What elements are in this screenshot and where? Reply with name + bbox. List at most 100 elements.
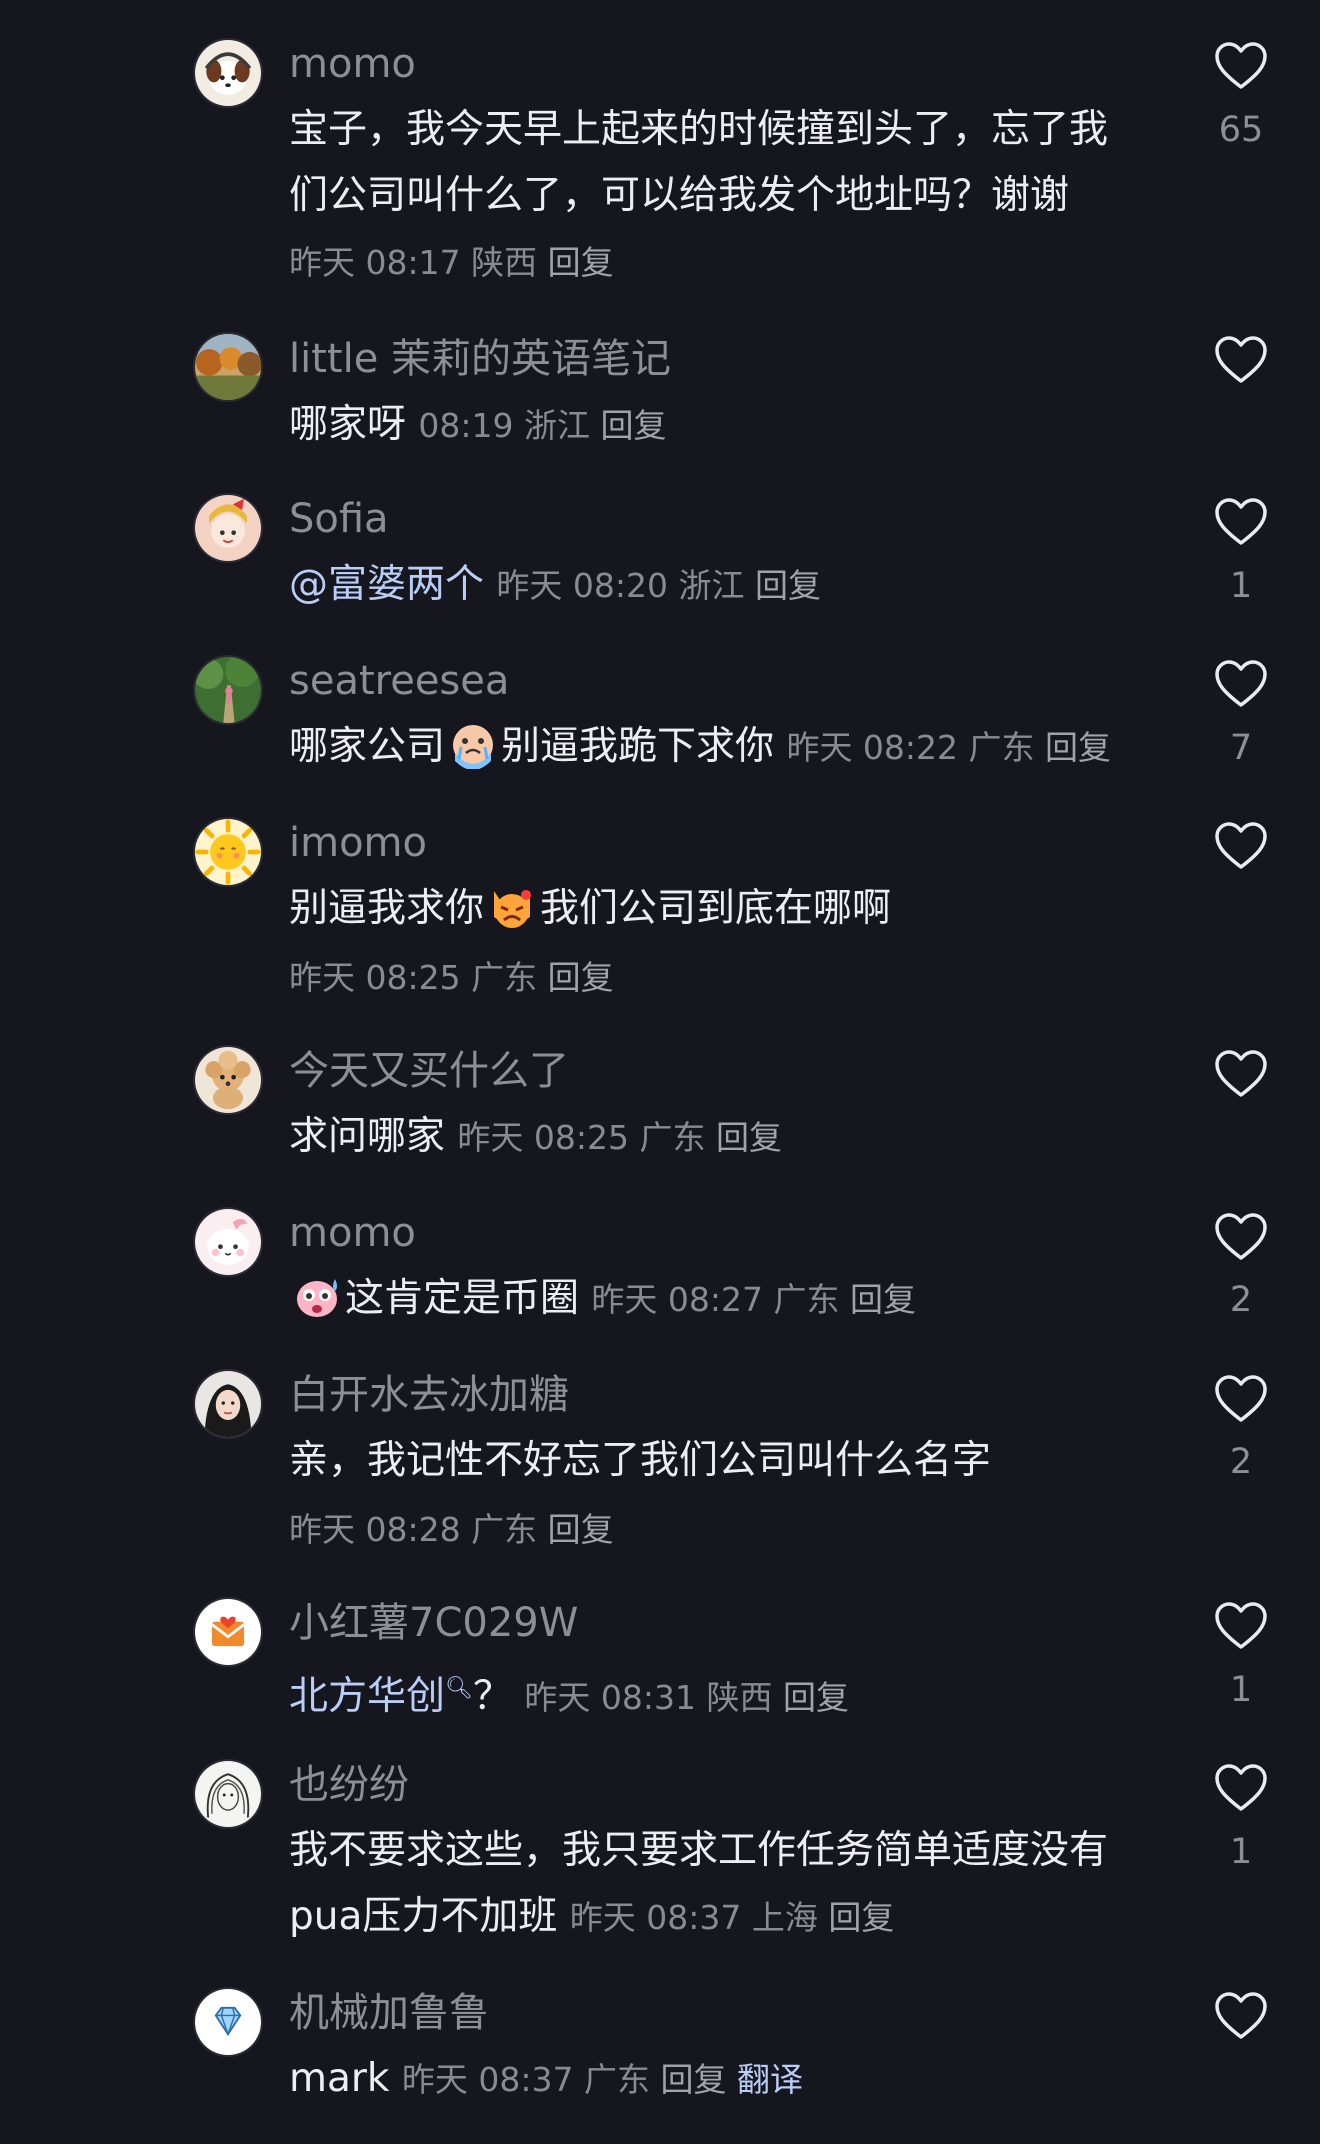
comment-text: 求问哪家: [289, 1114, 446, 1159]
comment-location: 广东: [968, 728, 1035, 767]
pink-blob-avatar[interactable]: [193, 1207, 263, 1277]
diamond-avatar[interactable]: [193, 1987, 263, 2057]
user-mention-link[interactable]: @富婆两个: [289, 562, 484, 607]
comment-username[interactable]: 今天又买什么了: [289, 1047, 569, 1095]
comment-username[interactable]: 也纷纷: [289, 1761, 409, 1809]
comment-text: 哪家呀: [289, 402, 407, 447]
comment-body: 我不要求这些，我只要求工作任务简单适度没有pua压力不加班 昨天 08:37 上…: [289, 1818, 1145, 1951]
reply-button[interactable]: 回复: [661, 2060, 727, 2099]
like-heart-icon[interactable]: [1214, 497, 1268, 547]
like-count: 7: [1229, 728, 1253, 768]
like-heart-icon[interactable]: [1214, 335, 1268, 385]
comment-body: 哪家呀 08:19 浙江 回复: [289, 392, 1145, 459]
comment-username[interactable]: little 茉莉的英语笔记: [289, 335, 671, 383]
comment-username[interactable]: momo: [289, 40, 416, 88]
comment-username[interactable]: imomo: [289, 819, 427, 867]
comment-meta: 昨天 08:25 广东 回复: [289, 954, 614, 1002]
comment-body: 哪家公司 别逼我跪下求你 昨天 08:22 广东 回复: [289, 714, 1145, 781]
sun-avatar[interactable]: [193, 817, 263, 887]
like-count: 1: [1229, 1670, 1253, 1710]
reply-button[interactable]: 回复: [1045, 728, 1111, 767]
comment-time: 昨天 08:25: [457, 1118, 630, 1157]
cartoon-girl-avatar[interactable]: [193, 493, 263, 563]
comment-body: 亲，我记性不好忘了我们公司叫什么名字: [289, 1428, 1145, 1494]
comment-time: 08:19: [418, 406, 514, 445]
like-count: 2: [1229, 1280, 1253, 1320]
comment-body: 宝子，我今天早上起来的时候撞到头了，忘了我们公司叫什么了，可以给我发个地址吗？谢…: [289, 97, 1145, 296]
envelope-heart-avatar[interactable]: [193, 1597, 263, 1667]
sweating-emoji-icon: [291, 1269, 343, 1321]
reply-button[interactable]: 回复: [548, 958, 614, 997]
woman-portrait-avatar[interactable]: [193, 1369, 263, 1439]
forest-path-avatar[interactable]: [193, 655, 263, 725]
comment-time: 昨天 08:22: [786, 728, 959, 767]
comment-meta: 昨天 08:37 广东 回复 翻译: [402, 2060, 803, 2099]
comment-username[interactable]: momo: [289, 1209, 416, 1257]
poodle-avatar[interactable]: [193, 1045, 263, 1115]
like-heart-icon[interactable]: [1214, 41, 1268, 91]
comment-text: ？: [472, 1674, 512, 1719]
like-heart-icon[interactable]: [1214, 821, 1268, 871]
comment-time: 昨天 08:31: [524, 1678, 696, 1717]
comment-meta: 昨天 08:37 上海 回复: [570, 1898, 895, 1937]
comment-location: 陕西: [471, 243, 538, 282]
translate-button[interactable]: 翻译: [737, 2060, 803, 2099]
comment-location: 浙江: [524, 406, 591, 445]
comment-username[interactable]: 机械加鲁鲁: [289, 1989, 489, 2037]
comment-location: 浙江: [678, 566, 745, 605]
reply-button[interactable]: 回复: [548, 1510, 614, 1549]
comment-text: 亲，我记性不好忘了我们公司叫什么名字: [289, 1438, 992, 1483]
comment-username[interactable]: 小红薯7C029W: [289, 1599, 578, 1647]
comment-time: 昨天 08:37: [401, 2060, 574, 2099]
autumn-forest-avatar[interactable]: [193, 332, 263, 402]
like-heart-icon[interactable]: [1214, 1049, 1268, 1099]
comment-meta: 昨天 08:31 陕西 回复: [524, 1678, 849, 1717]
reply-button[interactable]: 回复: [755, 566, 821, 605]
comment-body: mark 昨天 08:37 广东 回复 翻译: [289, 2046, 1145, 2113]
puppy-headphones-avatar[interactable]: [193, 38, 263, 108]
reply-button[interactable]: 回复: [548, 243, 614, 282]
comment-location: 广东: [471, 1510, 538, 1549]
comment-body: @富婆两个 昨天 08:20 浙江 回复: [289, 552, 1145, 619]
reply-button[interactable]: 回复: [716, 1118, 782, 1157]
comment-text: mark: [289, 2056, 390, 2101]
comment-body: 求问哪家 昨天 08:25 广东 回复: [289, 1104, 1145, 1171]
reply-button[interactable]: 回复: [828, 1898, 894, 1937]
like-count: 2: [1229, 1442, 1253, 1482]
comment-meta: 昨天 08:22 广东 回复: [786, 728, 1111, 767]
comment-time: 昨天 08:37: [569, 1898, 742, 1937]
comment-text: 宝子，我今天早上起来的时候撞到头了，忘了我们公司叫什么了，可以给我发个地址吗？谢…: [289, 107, 1109, 218]
like-heart-icon[interactable]: [1214, 659, 1268, 709]
comment-time: 昨天 08:17: [289, 243, 461, 282]
comment-username[interactable]: Sofia: [289, 495, 389, 543]
comment-location: 广东: [773, 1280, 840, 1319]
comment-body: 北方华创🔍︎？ 昨天 08:31 陕西 回复: [289, 1656, 1145, 1731]
search-icon[interactable]: 🔍︎: [445, 1676, 473, 1701]
like-heart-icon[interactable]: [1214, 1763, 1268, 1813]
search-keyword-link[interactable]: 北方华创: [289, 1674, 445, 1719]
like-count: 1: [1229, 1832, 1253, 1872]
comment-meta: 08:19 浙江 回复: [418, 406, 666, 445]
crying-emoji-icon: [447, 717, 499, 769]
comment-location: 广东: [471, 958, 538, 997]
comment-time: 昨天 08:28: [289, 1510, 461, 1549]
comment-body: 别逼我求你 我们公司到底在哪啊: [289, 876, 1145, 942]
comment-text: 哪家公司: [289, 724, 446, 769]
like-heart-icon[interactable]: [1214, 1991, 1268, 2041]
like-heart-icon[interactable]: [1214, 1374, 1268, 1424]
reply-button[interactable]: 回复: [850, 1280, 916, 1319]
reply-button[interactable]: 回复: [783, 1678, 849, 1717]
like-count: 65: [1218, 110, 1264, 150]
comment-username[interactable]: 白开水去冰加糖: [289, 1371, 569, 1419]
reply-button[interactable]: 回复: [601, 406, 667, 445]
comment-text: 别逼我跪下求你: [501, 724, 775, 769]
angry-cat-emoji-icon: [486, 879, 538, 931]
comment-username[interactable]: seatreesea: [289, 657, 509, 705]
comment-meta: 昨天 08:25 广东 回复: [457, 1118, 782, 1157]
like-heart-icon[interactable]: [1214, 1212, 1268, 1262]
like-heart-icon[interactable]: [1214, 1601, 1268, 1651]
comment-meta: 昨天 08:17 陕西 回复: [289, 243, 614, 282]
comment-text: 这肯定是币圈: [345, 1276, 580, 1321]
comment-text: 我们公司到底在哪啊: [540, 886, 892, 931]
sketch-portrait-avatar[interactable]: [193, 1759, 263, 1829]
